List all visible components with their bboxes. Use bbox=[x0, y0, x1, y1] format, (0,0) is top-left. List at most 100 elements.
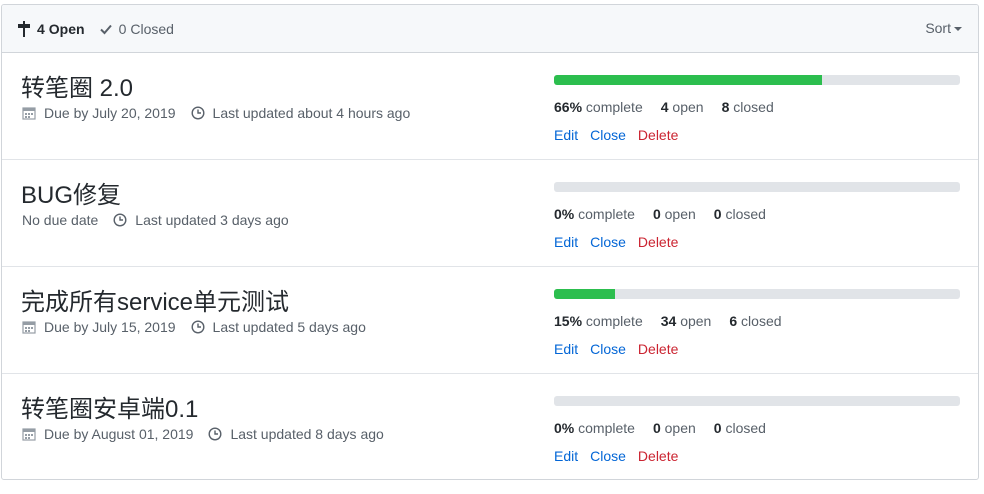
close-link[interactable]: Close bbox=[590, 127, 626, 143]
delete-link[interactable]: Delete bbox=[638, 234, 678, 250]
closed-count: 0 bbox=[118, 20, 127, 37]
stat-complete: 0% complete bbox=[554, 206, 635, 222]
closed-value: 8 bbox=[721, 99, 730, 115]
due-date: No due date bbox=[22, 212, 98, 228]
milestone-title[interactable]: 转笔圈 2.0 bbox=[21, 68, 133, 103]
chevron-down-icon bbox=[954, 26, 962, 31]
calendar-icon bbox=[22, 107, 36, 120]
edit-link[interactable]: Edit bbox=[554, 234, 578, 250]
milestone-meta: Due by July 15, 2019 Last updated 5 days… bbox=[22, 319, 366, 335]
updated-text: Last updated about 4 hours ago bbox=[212, 105, 411, 121]
complete-label: complete bbox=[585, 99, 643, 115]
progress-bar bbox=[554, 289, 960, 299]
milestone-stats: 0% complete 0 open 0 closed bbox=[554, 206, 784, 222]
milestone-row: 完成所有service单元测试 Due by July 15, 2019 Las… bbox=[2, 267, 978, 374]
stat-closed: 0 closed bbox=[714, 420, 766, 436]
open-label: open bbox=[664, 206, 696, 222]
delete-link[interactable]: Delete bbox=[638, 127, 678, 143]
due-date: Due by August 01, 2019 bbox=[22, 426, 193, 442]
last-updated: Last updated 3 days ago bbox=[113, 212, 289, 228]
calendar-icon bbox=[22, 321, 36, 334]
milestone-meta: No due date Last updated 3 days ago bbox=[22, 212, 289, 228]
open-label: open bbox=[672, 99, 704, 115]
open-value: 0 bbox=[652, 420, 661, 436]
stat-closed: 8 closed bbox=[722, 99, 774, 115]
stat-closed: 6 closed bbox=[729, 313, 781, 329]
milestone-stats: 66% complete 4 open 8 closed bbox=[554, 99, 792, 115]
close-link[interactable]: Close bbox=[590, 234, 626, 250]
progress-bar bbox=[554, 75, 960, 85]
close-link[interactable]: Close bbox=[590, 448, 626, 464]
complete-label: complete bbox=[578, 206, 635, 222]
due-text: Due by August 01, 2019 bbox=[44, 426, 194, 442]
complete-label: complete bbox=[585, 313, 643, 329]
check-icon bbox=[99, 24, 112, 34]
due-date: Due by July 15, 2019 bbox=[22, 319, 176, 335]
closed-value: 6 bbox=[729, 313, 738, 329]
updated-text: Last updated 5 days ago bbox=[212, 319, 366, 335]
percent-value: 66% bbox=[554, 99, 583, 115]
milestone-actions: Edit Close Delete bbox=[554, 234, 690, 250]
stat-open: 0 open bbox=[653, 206, 696, 222]
milestones-header: 4 Open 0 Closed Sort bbox=[2, 5, 978, 53]
milestone-row: 转笔圈安卓端0.1 Due by August 01, 2019 Last up… bbox=[2, 374, 978, 479]
open-label: open bbox=[664, 420, 696, 436]
closed-label: closed bbox=[725, 206, 766, 222]
open-value: 4 bbox=[660, 99, 669, 115]
milestone-row: BUG修复 No due date Last updated 3 days ag… bbox=[2, 160, 978, 267]
closed-value: 0 bbox=[713, 206, 722, 222]
edit-link[interactable]: Edit bbox=[554, 341, 578, 357]
milestone-actions: Edit Close Delete bbox=[554, 341, 690, 357]
calendar-icon bbox=[22, 428, 36, 441]
updated-text: Last updated 3 days ago bbox=[135, 212, 289, 228]
progress-bar bbox=[554, 396, 960, 406]
milestones-box: 4 Open 0 Closed Sort 转笔圈 2.0 Due by July… bbox=[1, 4, 979, 480]
open-value: 34 bbox=[660, 313, 677, 329]
updated-text: Last updated 8 days ago bbox=[230, 426, 384, 442]
milestone-stats: 0% complete 0 open 0 closed bbox=[554, 420, 784, 436]
milestone-meta: Due by August 01, 2019 Last updated 8 da… bbox=[22, 426, 384, 442]
closed-label: closed bbox=[733, 99, 774, 115]
percent-value: 15% bbox=[554, 313, 583, 329]
stat-open: 34 open bbox=[661, 313, 712, 329]
open-count: 4 bbox=[37, 20, 45, 37]
stat-open: 4 open bbox=[661, 99, 704, 115]
closed-filter-link[interactable]: 0 Closed bbox=[99, 21, 174, 37]
milestone-title[interactable]: 完成所有service单元测试 bbox=[21, 282, 289, 317]
milestone-icon bbox=[18, 20, 30, 37]
last-updated: Last updated 5 days ago bbox=[191, 319, 366, 335]
edit-link[interactable]: Edit bbox=[554, 127, 578, 143]
due-text: Due by July 20, 2019 bbox=[44, 105, 176, 121]
due-text: Due by July 15, 2019 bbox=[44, 319, 176, 335]
milestone-title[interactable]: 转笔圈安卓端0.1 bbox=[21, 389, 198, 424]
closed-label: closed bbox=[741, 313, 782, 329]
close-link[interactable]: Close bbox=[590, 341, 626, 357]
progress-fill bbox=[554, 289, 615, 299]
open-label: open bbox=[680, 313, 712, 329]
sort-dropdown[interactable]: Sort bbox=[925, 20, 962, 36]
due-date: Due by July 20, 2019 bbox=[22, 105, 176, 121]
delete-link[interactable]: Delete bbox=[638, 448, 678, 464]
clock-icon bbox=[208, 427, 222, 441]
edit-link[interactable]: Edit bbox=[554, 448, 578, 464]
closed-label: closed bbox=[725, 420, 766, 436]
milestone-meta: Due by July 20, 2019 Last updated about … bbox=[22, 105, 410, 121]
stat-complete: 66% complete bbox=[554, 99, 643, 115]
milestone-list: 转笔圈 2.0 Due by July 20, 2019 Last update… bbox=[2, 53, 978, 479]
stat-complete: 0% complete bbox=[554, 420, 635, 436]
progress-bar bbox=[554, 182, 960, 192]
milestone-row: 转笔圈 2.0 Due by July 20, 2019 Last update… bbox=[2, 53, 978, 160]
last-updated: Last updated 8 days ago bbox=[208, 426, 384, 442]
percent-value: 0% bbox=[554, 420, 575, 436]
percent-value: 0% bbox=[554, 206, 575, 222]
closed-value: 0 bbox=[713, 420, 722, 436]
last-updated: Last updated about 4 hours ago bbox=[191, 105, 411, 121]
due-text: No due date bbox=[22, 212, 99, 228]
open-value: 0 bbox=[652, 206, 661, 222]
clock-icon bbox=[191, 320, 205, 334]
stat-closed: 0 closed bbox=[714, 206, 766, 222]
milestone-title[interactable]: BUG修复 bbox=[21, 175, 121, 210]
open-filter-link[interactable]: 4 Open bbox=[17, 20, 85, 37]
progress-fill bbox=[554, 75, 822, 85]
delete-link[interactable]: Delete bbox=[638, 341, 678, 357]
